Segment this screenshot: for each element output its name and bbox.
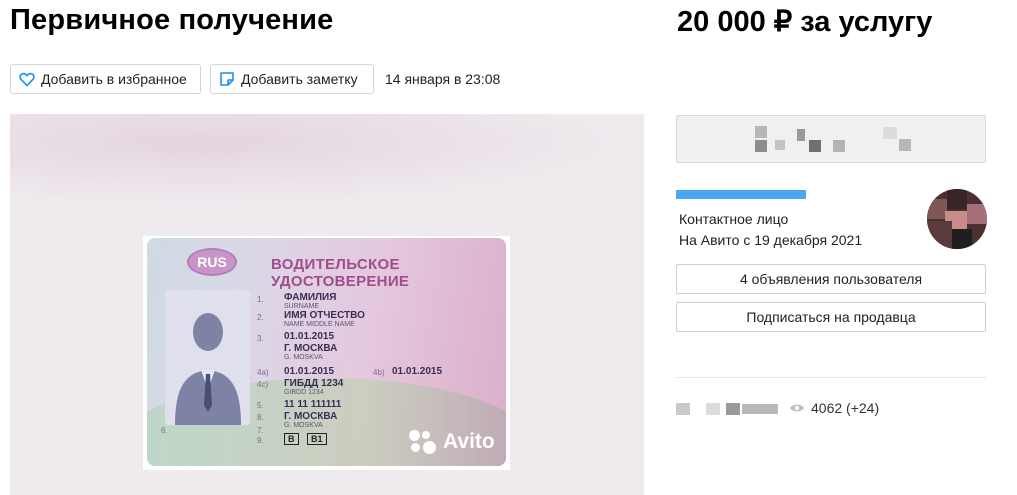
field-num: 1. (257, 295, 264, 304)
field-num: 3. (257, 334, 264, 343)
field-issuer: ГИБДД 1234 (284, 378, 344, 389)
field-num: 8. (257, 413, 264, 422)
add-note-label: Добавить заметку (241, 71, 358, 87)
avito-logo-icon (409, 430, 439, 454)
category-badge: B (284, 433, 299, 445)
add-note-button[interactable]: Добавить заметку (210, 64, 374, 94)
views-counter: 4062 (+24) (789, 400, 879, 416)
photo-gallery[interactable]: RUS ВОДИТЕЛЬСКОЕ УДОСТОВЕРЕНИЕ 1. ФАМИЛИ… (10, 114, 644, 495)
avito-watermark-text: Avito (443, 430, 495, 453)
ad-number-redacted (676, 402, 786, 415)
note-icon (220, 72, 234, 86)
eye-icon (790, 404, 804, 412)
field-issuer-sub: GIBDD 1234 (284, 389, 324, 396)
field-expiry-date: 01.01.2015 (392, 366, 443, 377)
person-silhouette-icon (175, 313, 241, 425)
field-issue-date: 01.01.2015 (284, 366, 335, 377)
field-birthdate: 01.01.2015 (284, 331, 335, 342)
views-count: 4062 (+24) (811, 400, 880, 416)
seller-type: Контактное лицо (679, 211, 789, 227)
avito-watermark: Avito (409, 430, 495, 454)
field-residence: Г. МОСКВА (284, 411, 338, 422)
price: 20 000 ₽ за услугу (677, 6, 933, 38)
document-title: ВОДИТЕЛЬСКОЕ УДОСТОВЕРЕНИЕ (271, 256, 410, 290)
divider (676, 377, 986, 378)
field-birthplace: Г. МОСКВА (284, 343, 338, 354)
field-num: 2. (257, 313, 264, 322)
field-number: 11 11 111111 (284, 399, 342, 410)
field-num: 6. (161, 426, 168, 435)
gallery-background (10, 114, 644, 214)
field-num: 4c) (257, 380, 269, 389)
field-surname: ФАМИЛИЯ (284, 292, 337, 303)
seller-listings-button[interactable]: 4 объявления пользователя (676, 264, 986, 294)
field-num: 4b) (373, 368, 385, 377)
portrait-placeholder (165, 290, 250, 425)
field-name-sub: NAME MIDDLE NAME (284, 321, 355, 328)
show-phone-button[interactable] (676, 115, 986, 163)
field-num: 9. (257, 436, 264, 445)
country-badge: RUS (187, 248, 237, 276)
add-to-favorites-button[interactable]: Добавить в избранное (10, 64, 201, 94)
field-residence-sub: G. MOSKVA (284, 422, 323, 429)
publish-date: 14 января в 23:08 (385, 71, 501, 87)
license-image: RUS ВОДИТЕЛЬСКОЕ УДОСТОВЕРЕНИЕ 1. ФАМИЛИ… (143, 236, 510, 470)
field-surname-sub: SURNAME (284, 303, 320, 310)
field-num: 4a) (257, 368, 269, 377)
page-title: Первичное получение (10, 4, 334, 36)
field-num: 5. (257, 401, 264, 410)
field-birthplace-sub: G. MOSKVA (284, 354, 323, 361)
subscribe-seller-button[interactable]: Подписаться на продавца (676, 302, 986, 332)
field-name: ИМЯ ОТЧЕСТВО (284, 310, 365, 321)
category-badge: B1 (307, 433, 327, 445)
seller-avatar[interactable] (927, 189, 987, 249)
add-to-favorites-label: Добавить в избранное (41, 71, 187, 87)
seller-since: На Авито с 19 декабря 2021 (679, 232, 863, 248)
seller-name-link[interactable] (676, 190, 806, 199)
field-num: 7. (257, 426, 264, 435)
heart-icon (19, 72, 35, 87)
